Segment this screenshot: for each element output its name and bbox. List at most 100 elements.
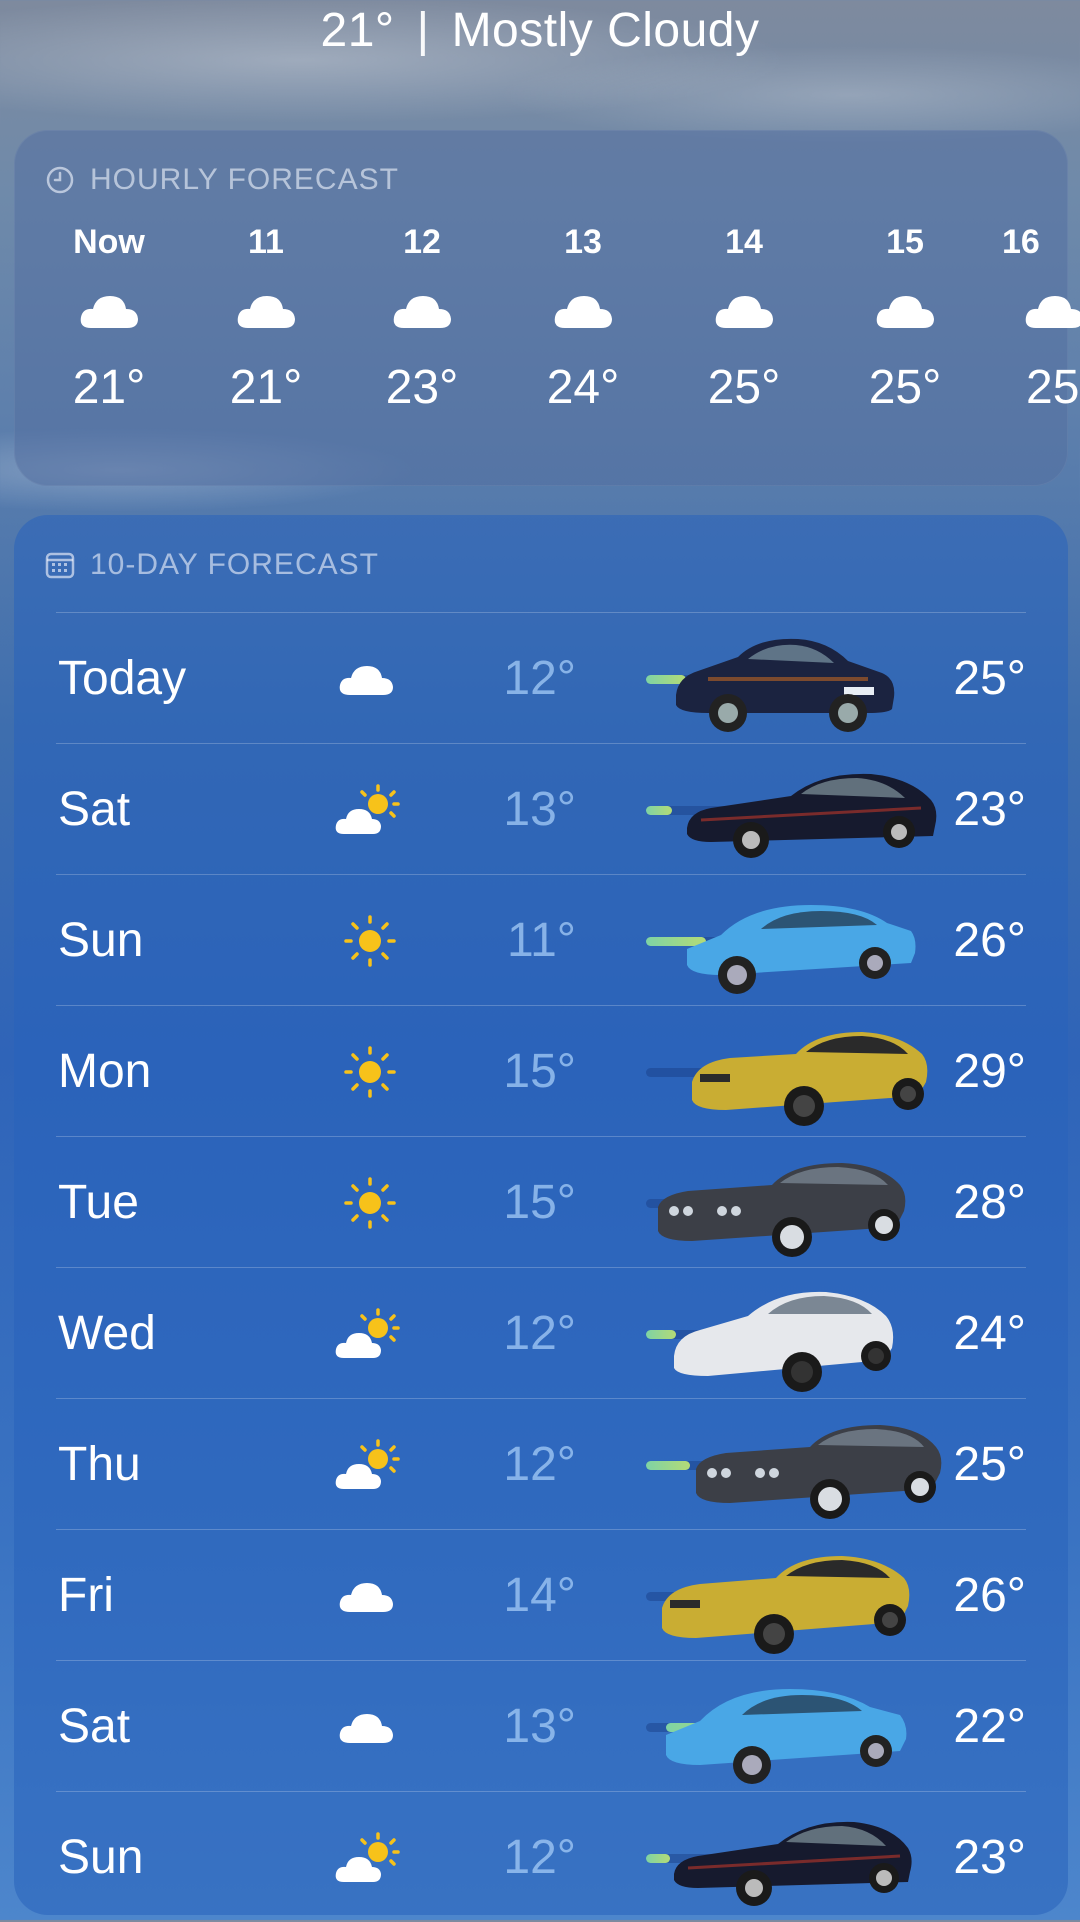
hour-time: 13	[564, 223, 602, 261]
temp-range-fill	[646, 1461, 690, 1470]
high-temp: 23°	[953, 783, 1026, 836]
day-label: Mon	[58, 1045, 152, 1098]
day-row-fri[interactable]: Fri 14° 26°	[56, 1529, 1026, 1660]
cloud-icon	[237, 296, 295, 328]
day-label: Today	[58, 652, 187, 705]
sun-icon	[344, 1177, 396, 1229]
hour-item: 11 21°	[201, 220, 331, 416]
car-image	[696, 1425, 942, 1519]
hour-temp: 23°	[385, 361, 459, 414]
car-image	[662, 1556, 910, 1654]
day-label: Sat	[58, 1700, 131, 1753]
high-temp: 26°	[953, 914, 1026, 967]
hour-temp: 24°	[546, 361, 620, 414]
high-temp: 25°	[953, 652, 1026, 705]
low-temp: 15°	[503, 1176, 576, 1229]
high-temp: 22°	[953, 1700, 1026, 1753]
low-temp: 15°	[503, 1045, 576, 1098]
low-temp: 12°	[503, 1307, 576, 1360]
hour-temp: 21°	[229, 361, 303, 414]
day-label: Thu	[58, 1438, 141, 1491]
calendar-icon	[45, 552, 75, 579]
low-temp: 14°	[503, 1569, 576, 1622]
high-temp: 28°	[953, 1176, 1026, 1229]
hour-item: 15 25°	[840, 220, 970, 416]
cloud-icon	[876, 296, 934, 328]
day-label: Sat	[58, 783, 131, 836]
hour-time: 12	[403, 223, 441, 261]
day-label: Sun	[58, 914, 144, 967]
day-label: Fri	[58, 1569, 114, 1622]
hourly-scroller[interactable]: Now 21° 11 21° 12 23° 13 24° 14 25° 15 2…	[14, 220, 1080, 460]
hour-item: 13 24°	[518, 220, 648, 416]
day-row-sat[interactable]: Sat 13° 23°	[56, 743, 1026, 874]
low-temp: 13°	[503, 783, 576, 836]
hour-time: Now	[73, 223, 145, 261]
ten-day-forecast-title: 10-DAY FORECAST	[90, 548, 379, 581]
day-row-sun-2[interactable]: Sun 12° 23°	[56, 1791, 1026, 1922]
cloud-icon	[339, 666, 393, 695]
partly-sunny-icon	[335, 784, 400, 834]
low-temp: 12°	[503, 1438, 576, 1491]
day-row-today[interactable]: Today 12° 25°	[56, 612, 1026, 743]
hour-temp: 25°	[707, 361, 781, 414]
temp-range-fill	[646, 1854, 670, 1863]
hour-time: 11	[248, 223, 284, 261]
car-image	[674, 1821, 912, 1906]
cloud-icon	[80, 296, 138, 328]
day-row-thu[interactable]: Thu 12° 25°	[56, 1398, 1026, 1529]
low-temp: 12°	[503, 652, 576, 705]
hour-time: 16	[1002, 223, 1040, 261]
hour-temp: 25°	[868, 361, 942, 414]
day-label: Wed	[58, 1307, 156, 1360]
hour-item: 12 23°	[357, 220, 487, 416]
hourly-forecast-header: HOURLY FORECAST	[44, 160, 399, 200]
high-temp: 26°	[953, 1569, 1026, 1622]
day-row-mon[interactable]: Mon 15° 29°	[56, 1005, 1026, 1136]
current-condition: Mostly Cloudy	[451, 4, 760, 57]
car-image	[658, 1163, 906, 1257]
hour-item: Now 21°	[44, 220, 174, 416]
car-image	[687, 905, 916, 994]
partly-sunny-icon	[335, 1308, 400, 1358]
car-image	[692, 1032, 928, 1126]
car-image	[676, 638, 895, 732]
hour-item-partial: 16 25	[982, 220, 1080, 416]
hour-temp: 21°	[72, 361, 146, 414]
high-temp: 25°	[953, 1438, 1026, 1491]
day-label: Sun	[58, 1831, 144, 1884]
day-row-sun[interactable]: Sun 11° 26°	[56, 874, 1026, 1005]
cloud-icon	[554, 296, 612, 328]
low-temp: 12°	[503, 1831, 576, 1884]
hour-time: 15	[886, 223, 924, 261]
hour-temp: 25	[1026, 361, 1080, 414]
hourly-forecast-title: HOURLY FORECAST	[90, 163, 399, 196]
day-row-sat-2[interactable]: Sat 13° 22°	[56, 1660, 1026, 1791]
hour-time: 14	[725, 223, 763, 261]
high-temp: 24°	[953, 1307, 1026, 1360]
low-temp: 11°	[506, 914, 576, 967]
car-image	[674, 1291, 894, 1392]
low-temp: 13°	[503, 1700, 576, 1753]
clock-icon	[46, 166, 74, 194]
car-image	[687, 773, 937, 858]
cloud-icon	[339, 1583, 393, 1612]
high-temp: 29°	[953, 1045, 1026, 1098]
day-row-wed[interactable]: Wed 12° 24°	[56, 1267, 1026, 1398]
current-conditions: 21° | Mostly Cloudy	[0, 0, 1080, 70]
sun-icon	[344, 1046, 396, 1098]
car-image	[666, 1689, 907, 1784]
separator: |	[416, 4, 430, 57]
sun-icon	[344, 915, 396, 967]
high-temp: 23°	[953, 1831, 1026, 1884]
temp-range-fill	[646, 806, 672, 815]
day-list: Today 12° 25° Sat 13° 23° Sun 11° 26° Mo…	[56, 612, 1026, 1922]
partly-sunny-icon	[335, 1439, 400, 1489]
cloud-icon	[1025, 296, 1080, 328]
current-temp: 21°	[320, 4, 395, 57]
day-label: Tue	[58, 1176, 139, 1229]
partly-sunny-icon	[335, 1832, 400, 1882]
hour-item: 14 25°	[679, 220, 809, 416]
day-row-tue[interactable]: Tue 15° 28°	[56, 1136, 1026, 1267]
cloud-icon	[339, 1714, 393, 1743]
